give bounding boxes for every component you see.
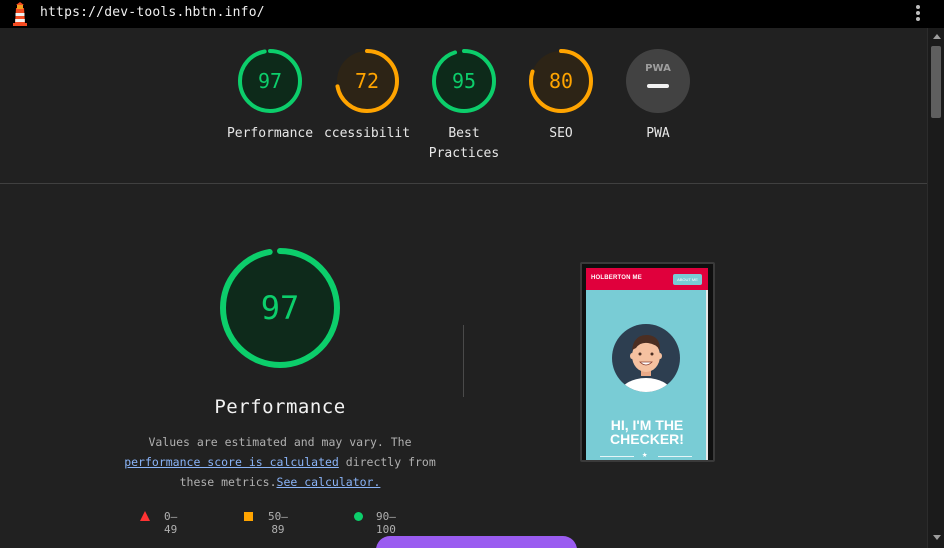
- gauge-label: Performance: [226, 126, 314, 141]
- gauge-score: 95: [452, 69, 476, 93]
- performance-score: 97: [261, 289, 300, 327]
- pwa-badge-text: PWA: [645, 63, 671, 74]
- performance-title: Performance: [214, 396, 346, 418]
- scroll-down-arrow-icon[interactable]: [933, 535, 941, 540]
- gauge-best-practices[interactable]: 95 Best Practices: [414, 48, 514, 164]
- gauge-ring: 72: [335, 49, 399, 113]
- pwa-badge-icon: PWA: [626, 49, 690, 113]
- score-legend: 0–49 50–89 90–100: [138, 510, 438, 536]
- gauge-label: ccessibilit: [323, 126, 411, 141]
- report-topbar: https://dev-tools.hbtn.info/: [0, 0, 944, 28]
- gauge-label-line1: Best: [448, 126, 480, 141]
- section-divider: [0, 183, 927, 184]
- gauge-seo[interactable]: 80 SEO: [511, 48, 611, 144]
- vertical-scrollbar[interactable]: [927, 28, 944, 548]
- gauge-label: Best Practices: [414, 124, 514, 164]
- thumbnail-header: HOLBERTON ME ABOUT ME: [586, 268, 708, 290]
- avatar-illustration-icon: [612, 324, 680, 392]
- view-treemap-button[interactable]: [376, 536, 577, 548]
- gauge-label: SEO: [549, 126, 573, 141]
- gauge-label: PWA: [646, 126, 670, 141]
- star-icon: ★: [642, 450, 648, 460]
- thumbnail-rule-right: [658, 456, 692, 457]
- gauge-performance[interactable]: 97 Performance: [220, 48, 320, 144]
- screenshot-frame: HOLBERTON ME ABOUT ME HI, I'M THE CHECKE…: [586, 268, 708, 460]
- see-calculator-link[interactable]: See calculator.: [277, 475, 381, 489]
- desc-text-2: directly from: [338, 455, 436, 469]
- desc-text-3: these metrics.: [179, 475, 277, 489]
- average-square-icon: [244, 512, 253, 521]
- gauge-pwa[interactable]: PWA PWA: [608, 48, 708, 144]
- thumbnail-brand: HOLBERTON ME: [591, 275, 642, 281]
- thumbnail-about-button: ABOUT ME: [673, 274, 702, 285]
- gauge-label-line2: Practices: [428, 146, 500, 161]
- scroll-up-arrow-icon[interactable]: [933, 34, 941, 39]
- thumbnail-rule-left: [600, 456, 634, 457]
- gauge-ring: 95: [432, 49, 496, 113]
- category-gauges: 97 Performance 72 ccessibilit 95 Best Pr…: [0, 28, 927, 183]
- legend-average-label: 50–89: [268, 510, 288, 536]
- pass-circle-icon: [354, 512, 363, 521]
- gauge-score: 97: [258, 69, 282, 93]
- gauge-ring: 97: [238, 49, 302, 113]
- gauge-score: 72: [355, 69, 379, 93]
- lighthouse-icon: [13, 2, 27, 26]
- gauge-score: 80: [549, 69, 573, 93]
- performance-gauge: 97: [220, 248, 340, 368]
- kebab-menu-icon[interactable]: [912, 5, 924, 23]
- thumbnail-headline: HI, I'M THE CHECKER!: [586, 418, 708, 446]
- performance-score-link[interactable]: performance score is calculated: [124, 455, 339, 469]
- headline-line2: CHECKER!: [610, 431, 684, 447]
- performance-description: Values are estimated and may vary. The p…: [110, 432, 450, 492]
- gauge-accessibility[interactable]: 72 ccessibilit: [317, 48, 417, 144]
- legend-fail-label: 0–49: [164, 510, 178, 536]
- gauge-ring: 80: [529, 49, 593, 113]
- final-screenshot-thumbnail[interactable]: HOLBERTON ME ABOUT ME HI, I'M THE CHECKE…: [580, 262, 715, 462]
- desc-text-1: Values are estimated and may vary. The: [148, 435, 412, 449]
- fail-triangle-icon: [140, 511, 150, 521]
- report-url[interactable]: https://dev-tools.hbtn.info/: [40, 5, 265, 20]
- vertical-divider: [463, 325, 464, 397]
- legend-pass-label: 90–100: [376, 510, 396, 536]
- scrollbar-thumb[interactable]: [931, 46, 941, 118]
